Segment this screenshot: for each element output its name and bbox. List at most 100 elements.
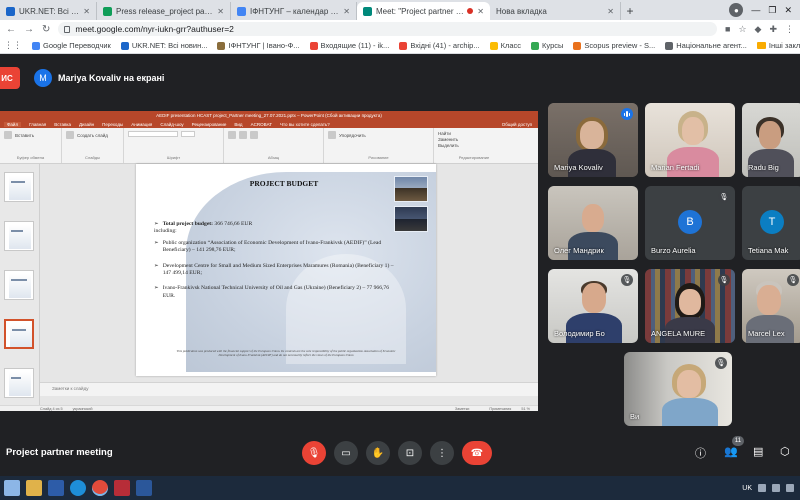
bookmark-item[interactable]: Курсы [531,41,563,50]
ppt-tab-view[interactable]: Вид [234,122,242,127]
ppt-tab-acrobat[interactable]: ACROBAT [251,122,272,127]
slide-thumbnail[interactable] [4,221,34,251]
font-size-input[interactable] [181,131,195,137]
other-bookmarks[interactable]: Інші закладки [756,41,800,50]
start-icon[interactable] [4,480,20,496]
slide-thumbnail[interactable] [4,368,34,398]
ppt-tab-home[interactable]: Главная [29,122,46,127]
bookmark-item[interactable]: Scopus preview - S... [573,41,655,50]
keyboard-language[interactable]: UK [742,485,752,492]
raise-hand-button[interactable]: ✋ [366,441,390,465]
present-screen-button[interactable]: ⊡ [398,441,422,465]
participant-tile-self[interactable]: 🎙 Ви [624,352,732,426]
minimize-icon[interactable]: — [751,5,760,15]
participant-tile[interactable]: Marian Fertadi [645,103,735,177]
ppt-tab-slideshow[interactable]: Слайд-шоу [160,122,183,127]
store-icon[interactable] [48,480,64,496]
ppt-tab-animations[interactable]: Анимация [131,122,152,127]
close-window-icon[interactable]: ✕ [784,5,792,16]
participant-tile[interactable]: 🎙 ANGELA MURE [645,269,735,343]
mic-off-icon: 🎙 [718,274,730,286]
browser-tab-press-release[interactable]: Press release_project partner m ✕ [97,2,231,20]
status-notes-button[interactable]: Заметки [455,407,480,411]
extensions-puzzle-icon[interactable]: ✚ [769,24,777,35]
volume-icon[interactable] [772,484,780,492]
new-tab-button[interactable]: + [621,2,639,20]
close-tab-icon[interactable]: ✕ [343,7,350,16]
participant-tile[interactable]: Олег Мандрик [548,186,638,260]
slide-thumbnail[interactable] [4,270,34,300]
chat-icon[interactable]: ▤ [753,445,763,458]
bookmark-item[interactable]: Входящие (11) - ik... [309,41,389,50]
browser-tab-calendar[interactable]: ІФНТУНГ – календар - вівторок, ✕ [231,2,357,20]
stop-presenting-button[interactable]: ИС [0,67,20,89]
ppt-tell-me[interactable]: Что вы хотите сделать? [280,122,330,127]
browser-tab-ukrnet[interactable]: UKR.NET: Всі новини України, о ✕ [0,2,97,20]
ppt-tab-file[interactable]: Файл [4,121,22,127]
more-options-button[interactable]: ⋮ [430,441,454,465]
edge-icon[interactable] [70,480,86,496]
numbering-icon[interactable] [239,131,247,139]
close-tab-icon[interactable]: ✕ [83,7,90,16]
bookmark-item[interactable]: Google Переводчик [32,41,111,50]
font-name-input[interactable] [128,131,178,137]
close-tab-icon[interactable]: ✕ [217,7,224,16]
bookmark-item[interactable]: Національне агент... [665,41,747,50]
forward-icon[interactable]: → [24,24,34,35]
camera-toggle-button[interactable]: ▭ [334,441,358,465]
slide-thumbnail-selected[interactable] [4,319,34,349]
url-bar[interactable]: meet.google.com/nyr-iukn-grr?authuser=2 [58,22,718,36]
current-slide[interactable]: PROJECT BUDGET ➢ Total project budget: 3… [136,164,436,376]
close-tab-icon[interactable]: ✕ [477,7,484,16]
bookmark-item[interactable]: ІФНТУНГ | Івано-Ф... [217,41,300,50]
extension-icon[interactable]: ◆ [755,24,762,35]
bullets-icon[interactable] [228,131,236,139]
align-icon[interactable] [250,131,258,139]
reload-icon[interactable]: ↻ [42,24,50,35]
shapes-icon[interactable] [328,131,336,139]
participant-tile[interactable]: Radu Big [742,103,800,177]
browser-tab-meet[interactable]: Meet: "Project partner meeti ✕ [357,2,490,20]
word-icon[interactable] [136,480,152,496]
ppt-share-button[interactable]: Общий доступ [502,122,538,127]
camera-permission-icon[interactable]: ■ [725,24,730,34]
maximize-icon[interactable]: ❐ [768,5,776,16]
back-icon[interactable]: ← [6,24,16,35]
bookmark-item[interactable]: Вхідні (41) - archip... [399,41,480,50]
chrome-icon[interactable] [92,480,108,496]
ppt-tab-design[interactable]: Дизайн [79,122,94,127]
slide-thumbnail[interactable] [4,172,34,202]
participant-name: Tetiana Mak [748,246,789,255]
participant-tile[interactable]: T Tetiana Mak [742,186,800,260]
apps-grid-icon[interactable]: ⋮⋮ [4,40,22,51]
paste-icon[interactable] [4,131,12,139]
status-comments-button[interactable]: Примечания [489,407,511,411]
leave-call-button[interactable]: ☎ [462,441,492,465]
bookmark-item[interactable]: Класс [489,41,521,50]
ppt-tab-transitions[interactable]: Переходы [102,122,123,127]
close-tab-icon[interactable]: ✕ [607,7,614,16]
browser-tab-new-tab[interactable]: Нова вкладка ✕ [490,2,621,20]
ribbon-group-drawing: Упорядочить Рисование [324,128,434,163]
bookmark-star-icon[interactable]: ☆ [738,24,746,35]
network-icon[interactable] [758,484,766,492]
meeting-details-icon[interactable]: ⓘ [695,445,706,461]
media-app-icon[interactable] [114,480,130,496]
microphone-toggle-button[interactable]: 🎙 [302,441,326,465]
slide-notes-field[interactable]: Заметки к слайду [40,382,538,396]
people-icon[interactable]: 👥 [724,445,738,458]
activities-icon[interactable]: ⬡ [780,445,790,458]
file-explorer-icon[interactable] [26,480,42,496]
status-zoom[interactable]: 51 % [521,407,538,411]
participant-tile[interactable]: 🎙 Marcel Lex [742,269,800,343]
ppt-tab-review[interactable]: Рецензирование [192,122,227,127]
notifications-icon[interactable] [786,484,794,492]
participant-tile[interactable]: B 🎙 Burzo Aurelia [645,186,735,260]
menu-dots-icon[interactable]: ⋮ [785,24,794,35]
participant-tile[interactable]: 🎙 Володимир Бо [548,269,638,343]
ppt-tab-insert[interactable]: Вставка [54,122,71,127]
new-slide-icon[interactable] [66,131,74,139]
bookmark-item[interactable]: UKR.NET: Всі новин... [120,41,207,50]
participant-tile[interactable]: Mariya Kovaliv [548,103,638,177]
profile-icon[interactable]: ● [729,3,744,17]
